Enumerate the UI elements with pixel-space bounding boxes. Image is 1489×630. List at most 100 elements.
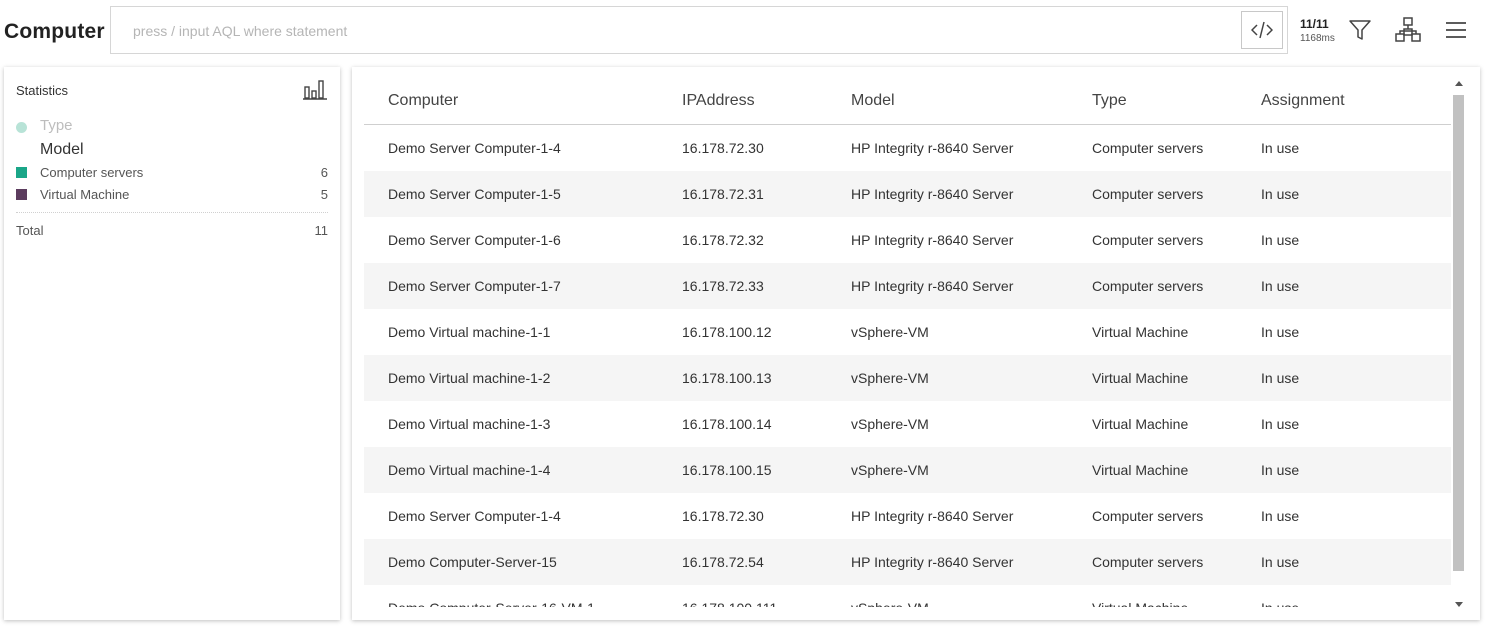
cell-computer: Demo Server Computer-1-4 [388, 140, 561, 156]
cell-computer: Demo Server Computer-1-6 [388, 232, 561, 248]
cell-ipaddress: 16.178.72.30 [682, 508, 764, 524]
legend-swatch [16, 189, 27, 200]
cell-computer: Demo Virtual machine-1-1 [388, 324, 551, 340]
stat-count: 6 [320, 165, 328, 180]
cell-assignment: In use [1261, 140, 1300, 156]
total-count: 11 [314, 223, 329, 238]
scroll-up-arrow-icon[interactable] [1455, 81, 1463, 86]
column-header-ipaddress[interactable]: IPAddress [682, 92, 755, 110]
cell-ipaddress: 16.178.100.15 [682, 462, 772, 478]
code-toggle-button[interactable] [1241, 11, 1283, 49]
table-row[interactable]: Demo Virtual machine-1-1 16.178.100.12 vSp… [364, 309, 1451, 355]
cell-model: HP Integrity r-8640 Server [851, 140, 1014, 156]
cell-assignment: In use [1261, 370, 1300, 386]
cell-model: vSphere-VM [851, 416, 929, 432]
cell-type: Virtual Machine [1092, 416, 1189, 432]
table-row[interactable]: Demo Server Computer-1-4 16.178.72.30 HP I… [364, 493, 1451, 539]
scrollbar-thumb[interactable] [1453, 95, 1464, 571]
cell-computer: Demo Virtual machine-1-3 [388, 416, 551, 432]
menu-button[interactable] [1442, 16, 1470, 44]
page-title: Computer [4, 20, 105, 43]
cell-assignment: In use [1261, 600, 1299, 607]
cell-assignment: In use [1261, 232, 1300, 248]
scroll-down-arrow-icon[interactable] [1455, 602, 1463, 607]
cell-type: Virtual Machine [1092, 462, 1189, 478]
hierarchy-icon [1395, 17, 1421, 42]
cell-computer: Demo Server Computer-1-5 [388, 186, 561, 202]
vertical-scrollbar[interactable] [1451, 79, 1467, 607]
stat-item-virtual-machine[interactable]: Virtual Machine 5 [16, 187, 328, 207]
column-header-type[interactable]: Type [1092, 92, 1127, 110]
cell-assignment: In use [1261, 324, 1300, 340]
cell-assignment: In use [1261, 462, 1300, 478]
cell-ipaddress: 16.178.100.14 [682, 416, 772, 432]
divider [16, 212, 328, 213]
cell-type: Virtual Machine [1092, 370, 1189, 386]
search-box [110, 6, 1288, 54]
statistics-panel: Statistics Type Model Computer servers 6… [4, 67, 340, 620]
cell-model: HP Integrity r-8640 Server [851, 554, 1014, 570]
cell-computer: Demo Virtual machine-1-2 [388, 370, 551, 386]
cell-model: HP Integrity r-8640 Server [851, 278, 1014, 294]
table-row[interactable]: Demo Computer-Server-15 16.178.72.54 HP In… [364, 539, 1451, 585]
cell-model: HP Integrity r-8640 Server [851, 232, 1014, 248]
cell-ipaddress: 16.178.100.111 [682, 600, 777, 607]
cell-type: Virtual Machine [1092, 600, 1188, 607]
table-row[interactable]: Demo Server Computer-1-7 16.178.72.33 HP I… [364, 263, 1451, 309]
cell-model: vSphere-VM [851, 462, 929, 478]
cell-model: HP Integrity r-8640 Server [851, 508, 1014, 524]
group-indicator-dot [16, 122, 27, 133]
cell-assignment: In use [1261, 416, 1300, 432]
results-table: Computer IPAddress Model Type Assignment… [364, 67, 1451, 607]
table-body: Demo Server Computer-1-4 16.178.72.30 HP I… [364, 125, 1451, 607]
column-header-computer[interactable]: Computer [388, 92, 458, 110]
stat-label: Computer servers [40, 165, 144, 180]
cell-computer: Demo Computer-Server-16-VM-1 [388, 600, 595, 607]
result-count: 11/11 [1300, 17, 1329, 31]
table-row[interactable]: Demo Virtual machine-1-3 16.178.100.14 vSp… [364, 401, 1451, 447]
stat-count: 5 [320, 187, 328, 202]
cell-ipaddress: 16.178.72.31 [682, 186, 764, 202]
bar-chart-icon [303, 80, 327, 100]
cell-model: vSphere-VM [851, 370, 929, 386]
column-header-model[interactable]: Model [851, 92, 895, 110]
cell-ipaddress: 16.178.72.54 [682, 554, 764, 570]
cell-type: Computer servers [1092, 232, 1204, 248]
hierarchy-button[interactable] [1394, 16, 1422, 44]
aql-search-input[interactable] [133, 21, 1233, 41]
total-label: Total [16, 223, 44, 238]
cell-computer: Demo Server Computer-1-4 [388, 508, 561, 524]
cell-ipaddress: 16.178.72.32 [682, 232, 764, 248]
table-row[interactable]: Demo Virtual machine-1-4 16.178.100.15 vSp… [364, 447, 1451, 493]
table-row[interactable]: Demo Server Computer-1-5 16.178.72.31 HP I… [364, 171, 1451, 217]
cell-computer: Demo Computer-Server-15 [388, 554, 557, 570]
cell-assignment: In use [1261, 278, 1300, 294]
filter-button[interactable] [1346, 16, 1374, 44]
cell-model: HP Integrity r-8640 Server [851, 186, 1014, 202]
code-icon [1251, 21, 1273, 39]
cell-type: Computer servers [1092, 186, 1204, 202]
table-row[interactable]: Demo Virtual machine-1-2 16.178.100.13 vSp… [364, 355, 1451, 401]
cell-ipaddress: 16.178.72.33 [682, 278, 764, 294]
group-label: Model [40, 141, 84, 158]
results-table-panel: Computer IPAddress Model Type Assignment… [352, 67, 1480, 620]
cell-ipaddress: 16.178.72.30 [682, 140, 764, 156]
table-header: Computer IPAddress Model Type Assignment [364, 79, 1451, 125]
cell-assignment: In use [1261, 554, 1300, 570]
cell-model: vSphere-VM [851, 600, 929, 607]
cell-model: vSphere-VM [851, 324, 929, 340]
cell-assignment: In use [1261, 508, 1300, 524]
column-header-assignment[interactable]: Assignment [1261, 92, 1345, 110]
cell-type: Virtual Machine [1092, 324, 1189, 340]
total-row: Total 11 [16, 223, 328, 238]
cell-computer: Demo Server Computer-1-7 [388, 278, 561, 294]
table-row[interactable]: Demo Server Computer-1-6 16.178.72.32 HP I… [364, 217, 1451, 263]
menu-icon [1446, 22, 1466, 38]
table-row[interactable]: Demo Server Computer-1-4 16.178.72.30 HP I… [364, 125, 1451, 171]
chart-toggle-button[interactable] [302, 77, 330, 103]
stat-item-computer-servers[interactable]: Computer servers 6 [16, 165, 328, 185]
cell-type: Computer servers [1092, 278, 1204, 294]
cell-ipaddress: 16.178.100.13 [682, 370, 772, 386]
table-row[interactable]: Demo Computer-Server-16-VM-1 16.178.100.1… [364, 585, 1451, 607]
cell-type: Computer servers [1092, 508, 1204, 524]
